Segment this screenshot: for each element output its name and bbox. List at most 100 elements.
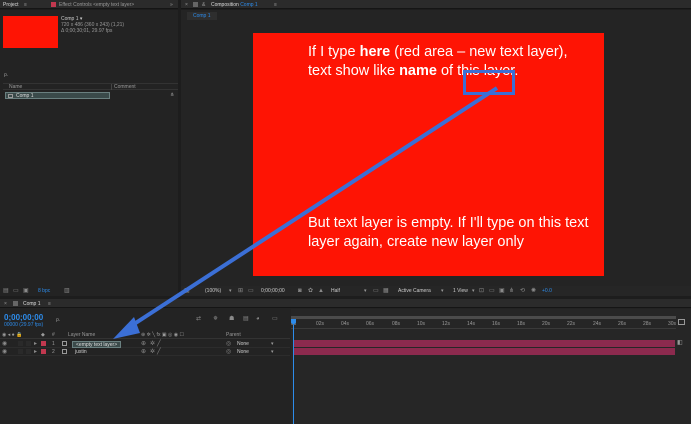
new-folder-icon[interactable]: ▭ bbox=[13, 288, 19, 294]
layer-row[interactable]: ◉ ▸ 2 justin ⊕ ✲ ╱ ◎ None ▾ bbox=[0, 348, 290, 356]
solo-box[interactable] bbox=[18, 349, 23, 354]
timeline-search-input[interactable]: ρ. bbox=[56, 317, 60, 323]
col-layer-name[interactable]: Layer Name bbox=[68, 332, 95, 338]
bpc-button[interactable]: 8 bpc bbox=[38, 288, 50, 294]
frame-blending-icon[interactable]: ▤ bbox=[243, 316, 249, 322]
tab-composition[interactable]: Composition Comp 1 bbox=[211, 2, 258, 8]
project-item-comp[interactable]: Comp 1 bbox=[5, 92, 110, 99]
comp-timecode[interactable]: 0;00;00;00 bbox=[261, 288, 285, 294]
quality-switch-icon[interactable]: ╱ bbox=[157, 349, 161, 355]
exposure-value[interactable]: +0.0 bbox=[542, 288, 552, 294]
graph-editor-icon[interactable]: ▭ bbox=[272, 316, 278, 322]
annotation-bold-name: name bbox=[399, 63, 437, 79]
timeline-icon[interactable]: ▣ bbox=[499, 288, 505, 294]
region-of-interest-icon[interactable]: ▭ bbox=[373, 288, 379, 294]
camera-dropdown-icon[interactable]: ▾ bbox=[441, 288, 444, 294]
snapshot-icon[interactable]: ◙ bbox=[298, 288, 302, 294]
layer-row[interactable]: ◉ ▸ 1 <empty text layer> ⊕ ✲ ╱ ◎ None ▾ bbox=[0, 340, 290, 348]
lock-icon[interactable] bbox=[193, 2, 198, 7]
shy-icon[interactable]: ☗ bbox=[229, 316, 234, 322]
layer-name-field[interactable]: justin bbox=[75, 349, 87, 355]
lock-box[interactable] bbox=[26, 341, 31, 346]
pixel-aspect-icon[interactable]: ⊡ bbox=[479, 288, 484, 294]
col-name[interactable]: Name bbox=[9, 84, 22, 90]
color-channel-icon[interactable]: ▲ bbox=[318, 288, 324, 294]
label-color-swatch[interactable] bbox=[41, 349, 46, 354]
comp-mini-flowchart-icon[interactable]: ⇄ bbox=[196, 316, 201, 322]
layer-bar[interactable] bbox=[294, 348, 675, 355]
comp-subtab[interactable]: Comp 1 bbox=[187, 12, 217, 20]
eye-icon[interactable]: ◉ bbox=[2, 341, 7, 347]
flowchart-icon[interactable]: ⋔ bbox=[170, 92, 174, 98]
fast-previews-icon[interactable]: ▭ bbox=[489, 288, 495, 294]
comp-button-icon[interactable] bbox=[678, 319, 685, 325]
show-channel-icon[interactable]: ✿ bbox=[308, 288, 313, 294]
menu-icon[interactable]: ≡ bbox=[24, 2, 27, 8]
eye-icon[interactable]: ◉ bbox=[2, 349, 7, 355]
reset-exposure-icon[interactable]: ⟲ bbox=[520, 288, 525, 294]
tab-project[interactable]: Project bbox=[3, 2, 19, 8]
panel-overflow-icon[interactable]: » bbox=[170, 2, 173, 8]
zoom-dropdown-icon[interactable]: ▾ bbox=[229, 288, 232, 294]
lock-box[interactable] bbox=[26, 349, 31, 354]
layer-name-field[interactable]: <empty text layer> bbox=[72, 341, 122, 348]
mask-visibility-icon[interactable]: ▭ bbox=[248, 288, 254, 294]
ruler-tick-label: 04s bbox=[341, 321, 350, 327]
shy-switch-icon[interactable]: ⊕ bbox=[141, 341, 146, 347]
parent-dropdown-icon[interactable]: ▾ bbox=[271, 341, 274, 347]
solo-box[interactable] bbox=[18, 341, 23, 346]
draft-3d-icon[interactable]: ✵ bbox=[213, 316, 218, 322]
col-comment[interactable]: Comment bbox=[114, 84, 136, 90]
transparency-grid-icon[interactable]: ▦ bbox=[383, 288, 389, 294]
close-icon[interactable]: × bbox=[185, 2, 188, 8]
trash-icon[interactable]: ▥ bbox=[64, 288, 70, 294]
grid-guides-icon[interactable]: ⊞ bbox=[238, 288, 243, 294]
timeline-timecode[interactable]: 0;00;00;00 bbox=[4, 313, 43, 322]
view-layout-select[interactable]: 1 View bbox=[453, 288, 468, 294]
camera-select[interactable]: Active Camera bbox=[398, 288, 431, 294]
timeline-area[interactable]: 0s02s04s06s08s10s12s14s16s18s20s22s24s26… bbox=[291, 309, 691, 424]
parent-select[interactable]: None bbox=[237, 341, 249, 347]
interpret-footage-icon[interactable]: ▤ bbox=[3, 288, 9, 294]
search-input[interactable]: ρ. bbox=[4, 72, 8, 78]
collapse-switch-icon[interactable]: ✲ bbox=[150, 349, 155, 355]
view-dropdown-icon[interactable]: ▾ bbox=[472, 288, 475, 294]
expand-arrow-icon[interactable]: ▸ bbox=[34, 341, 37, 347]
resolution-select[interactable]: Half bbox=[331, 288, 340, 294]
menu-icon[interactable]: ≡ bbox=[274, 2, 277, 8]
ruler-tick-label: 18s bbox=[517, 321, 526, 327]
exposure-icon[interactable]: ✺ bbox=[531, 288, 536, 294]
close-icon[interactable]: × bbox=[4, 301, 7, 307]
parent-pickwhip-icon[interactable]: ◎ bbox=[226, 349, 231, 355]
collapse-switch-icon[interactable]: ✲ bbox=[150, 341, 155, 347]
time-ruler[interactable]: 0s02s04s06s08s10s12s14s16s18s20s22s24s26… bbox=[291, 320, 676, 329]
menu-icon[interactable]: ≡ bbox=[48, 301, 51, 307]
always-preview-icon[interactable]: ▣ bbox=[184, 288, 190, 294]
zoom-select[interactable]: (100%) bbox=[205, 288, 221, 294]
work-area-bar[interactable] bbox=[291, 316, 676, 319]
new-composition-icon[interactable]: ▣ bbox=[23, 288, 29, 294]
expand-arrow-icon[interactable]: ▸ bbox=[34, 349, 37, 355]
lock-icon[interactable] bbox=[13, 301, 18, 306]
tab-effect-controls[interactable]: Effect Controls <empty text layer> bbox=[59, 2, 134, 8]
parent-dropdown-icon[interactable]: ▾ bbox=[271, 349, 274, 355]
comp-duration: Δ 0;00;30;01, 29.97 fps bbox=[61, 28, 113, 34]
parent-pickwhip-icon[interactable]: ◎ bbox=[226, 341, 231, 347]
resolution-dropdown-icon[interactable]: ▾ bbox=[364, 288, 367, 294]
composition-viewer[interactable]: If I type here (red area – new text laye… bbox=[253, 33, 604, 276]
parent-select[interactable]: None bbox=[237, 349, 249, 355]
quality-switch-icon[interactable]: ╱ bbox=[157, 341, 161, 347]
flowchart-icon[interactable]: ⋔ bbox=[509, 288, 514, 294]
layer-bar[interactable] bbox=[294, 340, 675, 347]
ruler-tick-label: 10s bbox=[417, 321, 426, 327]
shy-switch-icon[interactable]: ⊕ bbox=[141, 349, 146, 355]
tab-timeline[interactable]: Comp 1 bbox=[23, 301, 41, 307]
col-parent[interactable]: Parent bbox=[226, 332, 241, 338]
text-layer-icon bbox=[62, 341, 67, 346]
ruler-tick-label: 22s bbox=[567, 321, 576, 327]
end-marker-icon[interactable]: ◧ bbox=[677, 340, 683, 347]
annotation-text-top: If I type here (red area – new text laye… bbox=[308, 43, 576, 81]
ruler-tick-label: 28s bbox=[643, 321, 652, 327]
label-color-swatch[interactable] bbox=[41, 341, 46, 346]
motion-blur-icon[interactable]: ◕ bbox=[256, 316, 260, 322]
